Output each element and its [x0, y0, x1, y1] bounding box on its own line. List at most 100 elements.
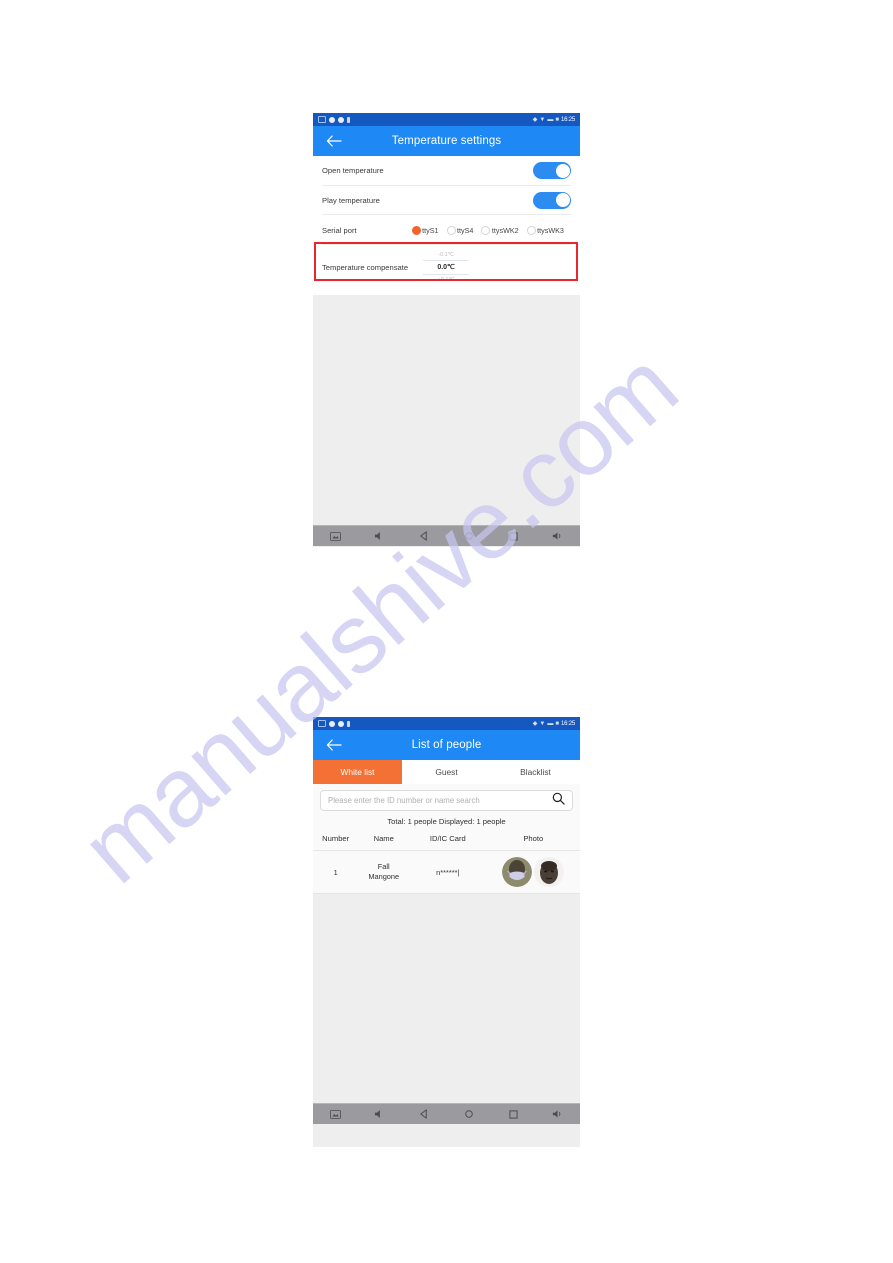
app-bar: Temperature settings — [313, 126, 580, 156]
settings-body: Open temperature Play temperature Serial… — [313, 156, 580, 295]
cell-number: 1 — [313, 850, 359, 894]
home-icon[interactable] — [460, 1105, 478, 1123]
volume-down-icon[interactable] — [371, 527, 389, 545]
temperature-compensate-picker[interactable]: -0.1℃ 0.0℃ +0.1℃ — [423, 250, 470, 285]
page-title: List of people — [411, 739, 482, 751]
dot-icon — [338, 116, 344, 123]
serial-port-radio-group: ttyS1 ttyS4 ttysWK2 ttysWK3 — [411, 225, 564, 235]
table-header-row: Number Name ID/IC Card Photo — [313, 832, 580, 851]
radio-dot-icon — [481, 225, 491, 235]
row-play-temperature-label: Play temperature — [322, 195, 380, 205]
serial-port-label: Serial port — [322, 225, 357, 235]
empty-content-area — [313, 894, 580, 1103]
screenshot-icon[interactable] — [326, 527, 344, 545]
bluetooth-icon: ◆ — [532, 720, 538, 727]
photo-group — [487, 857, 580, 887]
volume-up-icon[interactable] — [549, 527, 567, 545]
row-temperature-compensate: Temperature compensate -0.1℃ 0.0℃ +0.1℃ — [313, 245, 580, 289]
recents-icon[interactable] — [504, 527, 522, 545]
search-input[interactable]: Please enter the ID number or name searc… — [328, 796, 552, 805]
recents-icon[interactable] — [504, 1105, 522, 1123]
battery-icon: ■ — [555, 720, 559, 727]
pin-icon — [347, 116, 350, 123]
radio-label: ttyS4 — [457, 225, 474, 235]
row-open-temperature[interactable]: Open temperature — [313, 156, 580, 186]
status-bar: ◆ ▼ ▬ ■ 16:25 — [313, 717, 580, 730]
radio-option-ttys4[interactable]: ttyS4 — [446, 225, 474, 235]
search-box[interactable]: Please enter the ID number or name searc… — [320, 790, 573, 811]
result-counts: Total: 1 people Displayed: 1 people — [313, 815, 580, 832]
radio-dot-icon — [446, 225, 456, 235]
volume-up-icon[interactable] — [549, 1105, 567, 1123]
radio-label: ttysWK3 — [537, 225, 564, 235]
status-bar: ◆ ▼ ▬ ■ 16:25 — [313, 113, 580, 126]
row-serial-port: Serial port ttyS1 ttyS4 ttysWK2 ttysWK3 — [313, 215, 580, 245]
search-area: Please enter the ID number or name searc… — [313, 784, 580, 815]
column-header-name: Name — [373, 834, 394, 843]
radio-label: ttysWK2 — [491, 225, 519, 235]
column-header-photo: Photo — [523, 834, 544, 843]
status-bar-left-icons — [318, 720, 350, 727]
picker-value-above[interactable]: -0.1℃ — [423, 250, 469, 260]
cell-id-ic-card: n******| — [409, 850, 487, 894]
picker-value-selected[interactable]: 0.0℃ — [423, 261, 469, 274]
table-row[interactable]: 1 Fall Mangone n******| — [313, 850, 580, 894]
toggle-knob — [555, 163, 570, 178]
picker-value-below[interactable]: +0.1℃ — [423, 275, 469, 285]
status-bar-left-icons — [318, 116, 350, 123]
tab-blacklist[interactable]: Blacklist — [491, 760, 580, 784]
cell-name: Fall Mangone — [358, 850, 410, 894]
dot-icon — [338, 720, 344, 727]
tab-bar: White list Guest Blacklist — [313, 760, 580, 784]
radio-option-ttyswk3[interactable]: ttysWK3 — [526, 225, 564, 235]
system-nav-bar — [313, 525, 580, 546]
volume-down-icon[interactable] — [371, 1105, 389, 1123]
phone-screenshot-temperature-settings: ◆ ▼ ▬ ■ 16:25 Temperature settings Open … — [313, 113, 580, 547]
column-header-number: Number — [322, 834, 350, 843]
message-icon — [318, 116, 326, 123]
play-temperature-toggle[interactable] — [533, 191, 571, 209]
tab-white-list[interactable]: White list — [313, 760, 402, 784]
radio-option-ttyswk2[interactable]: ttysWK2 — [481, 225, 519, 235]
dot-icon — [329, 720, 335, 727]
masked-face-photo[interactable] — [502, 857, 533, 887]
wifi-icon: ▼ — [539, 116, 546, 123]
dot-icon — [329, 116, 335, 123]
home-icon[interactable] — [460, 527, 478, 545]
system-nav-bar — [313, 1103, 580, 1124]
search-icon[interactable] — [552, 792, 565, 810]
empty-content-area — [313, 295, 580, 525]
bluetooth-icon: ◆ — [532, 116, 538, 123]
status-bar-right-icons: ◆ ▼ ▬ ■ 16:25 — [533, 117, 575, 123]
people-table: Number Name ID/IC Card Photo 1 Fall Mang… — [313, 832, 580, 894]
battery-icon: ■ — [555, 116, 559, 123]
toggle-knob — [555, 193, 570, 208]
screenshot-icon[interactable] — [326, 1105, 344, 1123]
radio-dot-icon — [411, 225, 421, 235]
open-temperature-toggle[interactable] — [533, 162, 571, 180]
message-icon — [318, 720, 326, 727]
cell-name-line1: Fall — [377, 862, 390, 871]
wifi-icon: ▼ — [539, 720, 546, 727]
back-arrow-icon[interactable] — [325, 132, 343, 150]
row-open-temperature-label: Open temperature — [322, 166, 384, 176]
status-bar-time: 16:25 — [560, 720, 575, 727]
cell-name-line2: Mangone — [368, 872, 400, 881]
row-play-temperature[interactable]: Play temperature — [313, 186, 580, 215]
column-header-id-ic-card: ID/IC Card — [429, 834, 466, 843]
page-title: Temperature settings — [391, 135, 502, 147]
signal-icon: ▬ — [547, 720, 554, 727]
back-icon[interactable] — [415, 1105, 433, 1123]
face-photo[interactable] — [534, 857, 565, 887]
temperature-compensate-label: Temperature compensate — [322, 262, 409, 272]
tab-guest[interactable]: Guest — [402, 760, 491, 784]
pin-icon — [347, 720, 350, 727]
cell-photo — [486, 850, 580, 894]
radio-label: ttyS1 — [422, 225, 439, 235]
radio-option-ttys1[interactable]: ttyS1 — [411, 225, 439, 235]
radio-dot-icon — [526, 225, 536, 235]
signal-icon: ▬ — [547, 116, 554, 123]
back-arrow-icon[interactable] — [325, 736, 343, 754]
status-bar-right-icons: ◆ ▼ ▬ ■ 16:25 — [533, 721, 575, 727]
back-icon[interactable] — [415, 527, 433, 545]
